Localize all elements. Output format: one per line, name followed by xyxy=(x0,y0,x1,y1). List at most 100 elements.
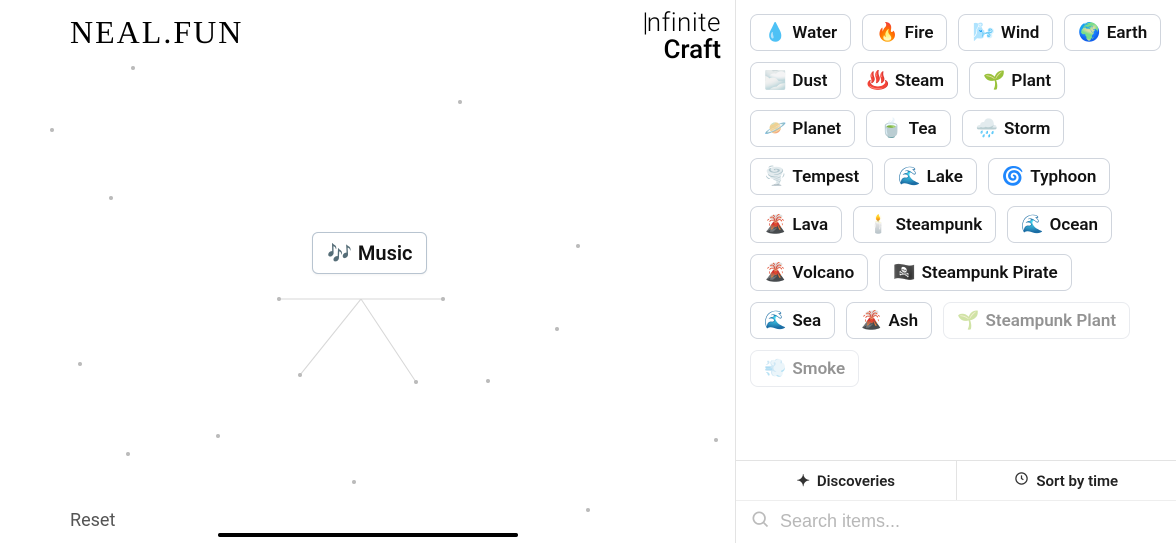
item-icon: 🪐 xyxy=(764,118,786,139)
canvas-element-label: Music xyxy=(358,241,413,265)
item-icon: ♨️ xyxy=(866,70,888,91)
background-dot xyxy=(298,373,302,377)
sidebar-tools: ✦ Discoveries Sort by time xyxy=(736,460,1176,500)
inventory-item[interactable]: 🌋 Lava xyxy=(750,206,842,243)
background-dot xyxy=(458,100,462,104)
inventory-item[interactable]: 🔥 Fire xyxy=(862,14,947,51)
inventory-item[interactable]: 🌱 Plant xyxy=(969,62,1065,99)
item-label: Ocean xyxy=(1050,215,1098,235)
background-dot xyxy=(131,66,135,70)
background-dot xyxy=(109,196,113,200)
item-icon: 🔥 xyxy=(876,22,898,43)
item-label: Lake xyxy=(927,167,963,187)
item-label: Earth xyxy=(1107,23,1147,43)
item-icon: 🌍 xyxy=(1078,22,1100,43)
inventory-item[interactable]: 🌧️Storm xyxy=(962,110,1065,147)
item-icon: 🌋 xyxy=(860,310,882,331)
background-dot xyxy=(50,128,54,132)
item-label: Planet xyxy=(792,119,841,139)
item-label: Wind xyxy=(1001,23,1039,43)
item-label: Tea xyxy=(909,119,937,139)
inventory-scroll[interactable]: 💧 Water 🔥 Fire 🌬️ Wind 🌍 Earth 🌫️Dust ♨️Steam 🌱 Pla… xyxy=(736,0,1176,460)
item-icon: 🌊 xyxy=(1021,214,1043,235)
item-icon: 🌱 xyxy=(983,70,1005,91)
music-note-icon: 🎶 xyxy=(327,241,352,265)
item-label: Volcano xyxy=(792,263,854,283)
item-label: Typhoon xyxy=(1030,167,1096,187)
background-dot xyxy=(486,379,490,383)
item-icon: 🌪️ xyxy=(764,166,786,187)
app-root: NEAL.FUN nfinite Craft 🎶 Music Reset 💧 Wa… xyxy=(0,0,1176,543)
background-dot xyxy=(78,362,82,366)
item-icon: 🕯️ xyxy=(867,214,889,235)
background-dot xyxy=(414,380,418,384)
item-icon: 🏴‍☠️ xyxy=(893,262,915,283)
sort-button[interactable]: Sort by time xyxy=(956,461,1176,500)
item-label: Dust xyxy=(792,71,827,91)
home-indicator xyxy=(218,533,518,537)
background-dot xyxy=(714,438,718,442)
background-dot xyxy=(441,297,445,301)
background-dot xyxy=(216,434,220,438)
reset-button[interactable]: Reset xyxy=(70,510,115,531)
discoveries-label: Discoveries xyxy=(817,472,895,490)
inventory-item[interactable]: 🪐 Planet xyxy=(750,110,855,147)
item-icon: 💨 xyxy=(764,358,786,379)
craft-canvas[interactable]: NEAL.FUN nfinite Craft 🎶 Music Reset xyxy=(0,0,735,543)
inventory-item[interactable]: 🌊Sea xyxy=(750,302,835,339)
item-label: Steampunk xyxy=(896,215,983,235)
search-input[interactable] xyxy=(780,511,1162,532)
background-dot xyxy=(352,480,356,484)
inventory-item[interactable]: 🕯️ Steampunk xyxy=(853,206,996,243)
search-bar xyxy=(736,500,1176,543)
inventory-item[interactable]: 🌋Volcano xyxy=(750,254,868,291)
item-label: Storm xyxy=(1004,119,1050,139)
inventory-item[interactable]: 🌬️ Wind xyxy=(958,14,1053,51)
game-title: nfinite Craft xyxy=(643,10,721,65)
item-label: Plant xyxy=(1011,71,1051,91)
item-label: Water xyxy=(792,23,837,43)
inventory-item[interactable]: 💨 Smoke xyxy=(750,350,859,387)
inventory-item[interactable]: 🌍 Earth xyxy=(1064,14,1161,51)
inventory-item[interactable]: 🌊 Lake xyxy=(884,158,977,195)
inventory-item[interactable]: 🍵 Tea xyxy=(866,110,950,147)
sort-label: Sort by time xyxy=(1036,472,1118,490)
inventory-item[interactable]: 🌫️Dust xyxy=(750,62,841,99)
item-label: Lava xyxy=(792,215,828,235)
site-logo[interactable]: NEAL.FUN xyxy=(70,14,243,51)
inventory-item[interactable]: 🌀Typhoon xyxy=(988,158,1110,195)
item-label: Steampunk Plant xyxy=(986,311,1117,331)
item-icon: 🌱 xyxy=(957,310,979,331)
inventory-item[interactable]: 🌱 Steampunk Plant xyxy=(943,302,1130,339)
inventory-item[interactable]: 🏴‍☠️Steampunk Pirate xyxy=(879,254,1071,291)
game-title-line2: Craft xyxy=(643,37,721,64)
clock-icon xyxy=(1014,471,1029,490)
inventory-item[interactable]: 💧 Water xyxy=(750,14,851,51)
inventory-item[interactable]: 🌊 Ocean xyxy=(1007,206,1112,243)
item-icon: 🌊 xyxy=(898,166,920,187)
item-label: Smoke xyxy=(792,359,845,379)
canvas-element-music[interactable]: 🎶 Music xyxy=(312,232,427,274)
item-icon: 💧 xyxy=(764,22,786,43)
item-icon: 🍵 xyxy=(880,118,902,139)
item-label: Fire xyxy=(905,23,934,43)
inventory-sidebar: 💧 Water 🔥 Fire 🌬️ Wind 🌍 Earth 🌫️Dust ♨️Steam 🌱 Pla… xyxy=(735,0,1176,543)
background-dot xyxy=(555,327,559,331)
scroll-fade xyxy=(736,412,1176,460)
search-icon xyxy=(750,509,770,533)
item-icon: 🌊 xyxy=(764,310,786,331)
inventory-list: 💧 Water 🔥 Fire 🌬️ Wind 🌍 Earth 🌫️Dust ♨️Steam 🌱 Pla… xyxy=(750,14,1164,387)
discoveries-button[interactable]: ✦ Discoveries xyxy=(736,461,956,500)
background-dot xyxy=(126,452,130,456)
inventory-item[interactable]: 🌪️Tempest xyxy=(750,158,873,195)
sparkle-icon: ✦ xyxy=(796,471,809,490)
background-dot xyxy=(277,297,281,301)
inventory-item[interactable]: ♨️Steam xyxy=(852,62,958,99)
item-label: Ash xyxy=(889,311,919,331)
item-icon: 🌋 xyxy=(764,214,786,235)
inventory-item[interactable]: 🌋 Ash xyxy=(846,302,932,339)
game-title-line1: nfinite xyxy=(643,10,721,37)
item-icon: 🌬️ xyxy=(972,22,994,43)
background-dot xyxy=(576,244,580,248)
background-dot xyxy=(586,508,590,512)
